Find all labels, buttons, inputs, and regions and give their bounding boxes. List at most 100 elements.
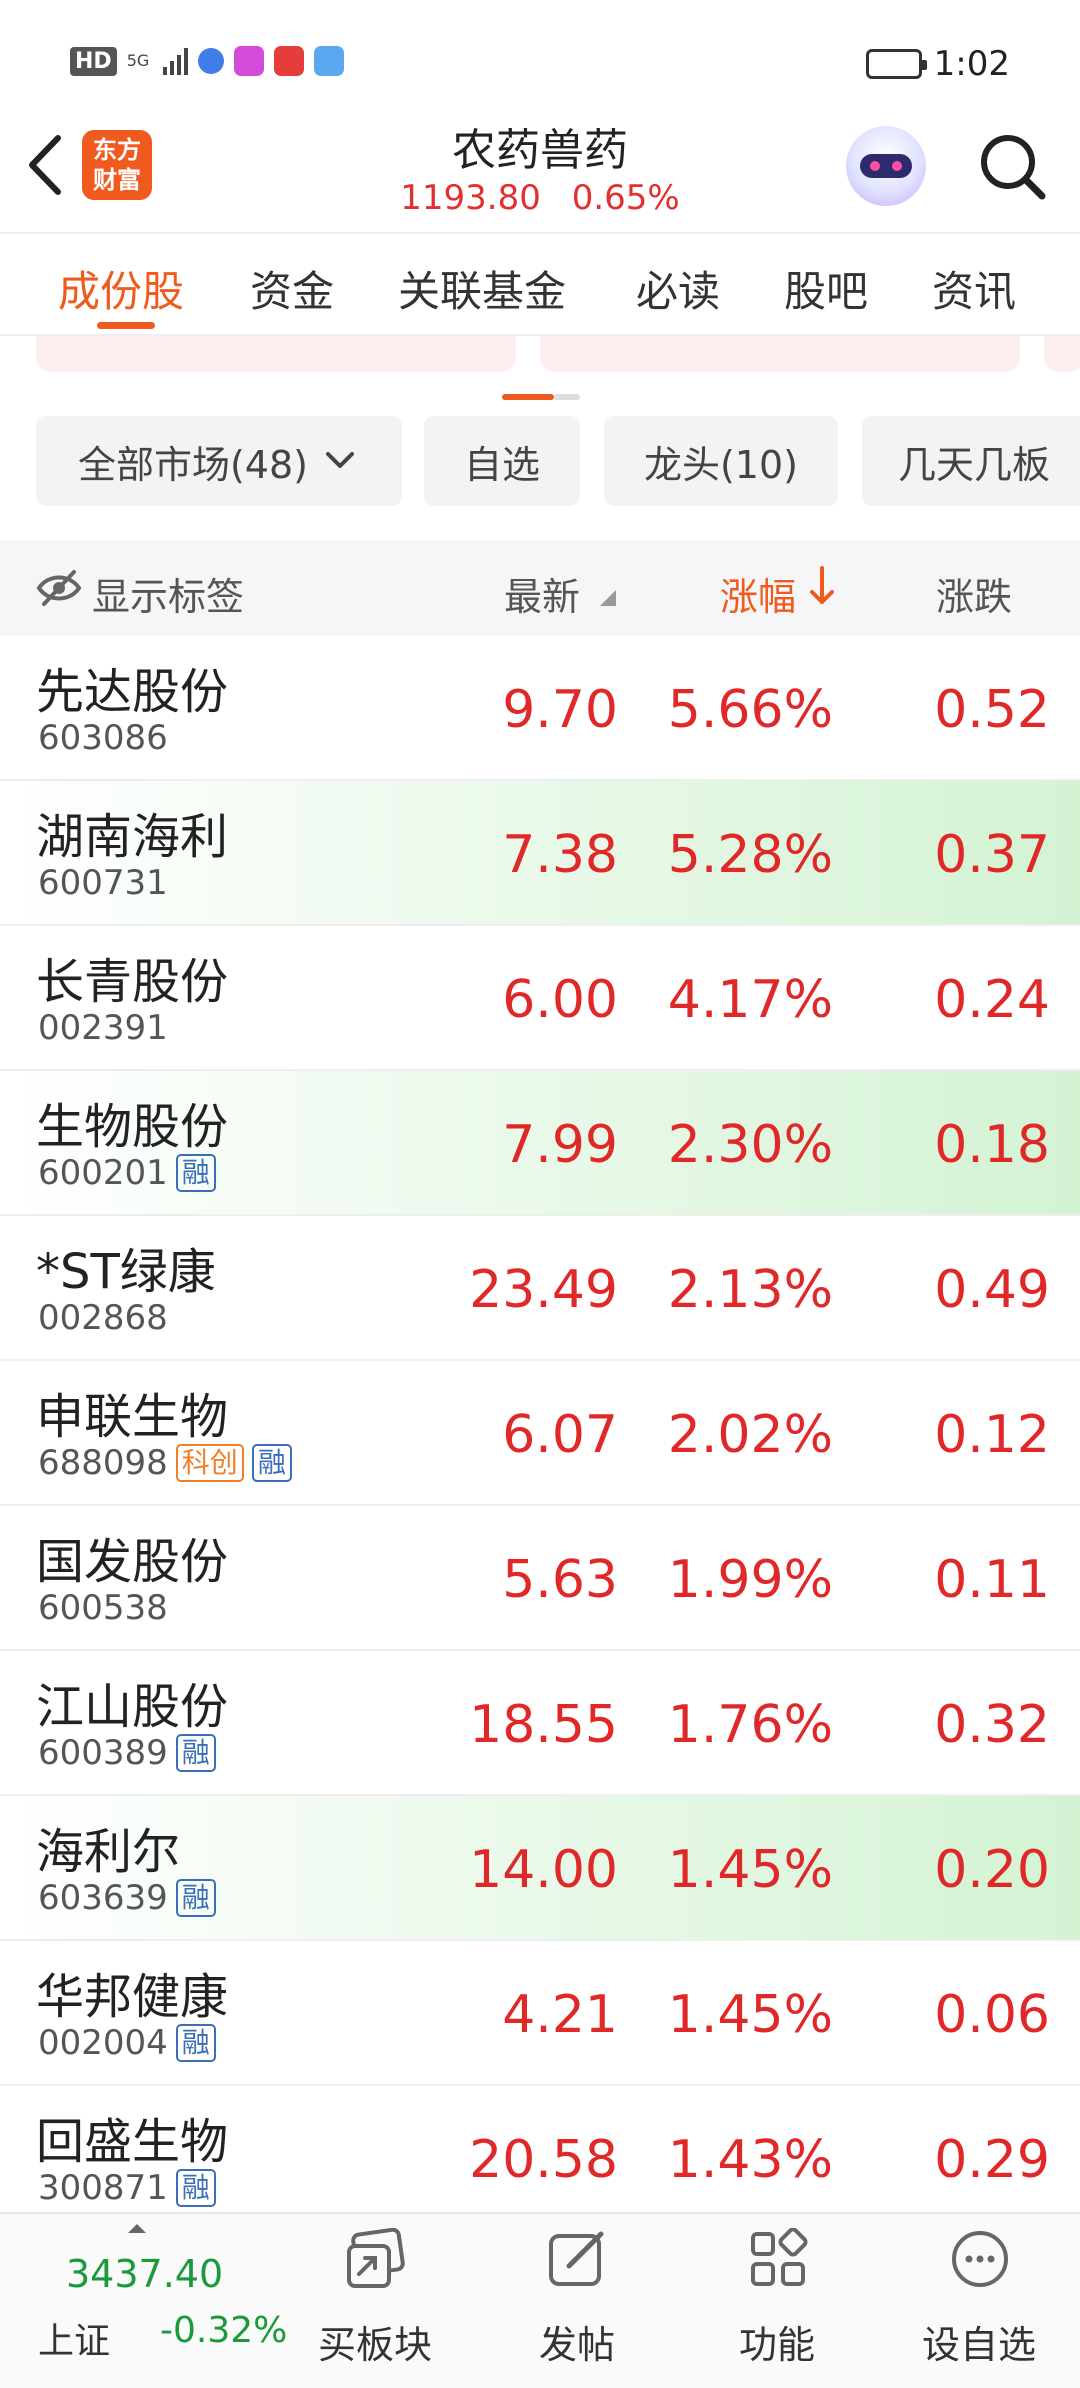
functions-label: 功能	[738, 2323, 815, 2367]
stock-code: 600538	[38, 1588, 168, 1628]
active-tab-indicator	[97, 322, 155, 329]
stock-code: 002391	[38, 1008, 168, 1048]
stock-code-line: 688098 科创融	[38, 1443, 292, 1483]
add-watchlist-button[interactable]: 设自选	[904, 2214, 1054, 2388]
expand-up-icon[interactable]	[128, 2224, 146, 2233]
stock-code: 600201	[38, 1153, 168, 1193]
stock-change-pct: 4.17%	[667, 970, 833, 1030]
stock-row[interactable]: *ST绿康 002868 23.49 2.13% 0.49	[0, 1216, 1080, 1361]
functions-button[interactable]: 功能	[702, 2214, 852, 2388]
index-change-pct[interactable]: -0.32%	[160, 2310, 287, 2351]
search-icon[interactable]	[976, 130, 1048, 202]
margin-trading-badge: 融	[175, 2024, 216, 2062]
limit-up-streak-filter-label: 几天几板	[898, 442, 1051, 487]
column-change-pct[interactable]: 涨幅	[720, 566, 796, 621]
index-value[interactable]: 3437.40	[66, 2252, 223, 2296]
banner-card[interactable]	[540, 336, 1020, 372]
stock-list: 先达股份 603086 9.70 5.66% 0.52 湖南海利 600731 7.38 5.2…	[0, 636, 1080, 2231]
stock-row[interactable]: 生物股份 600201 融 7.99 2.30% 0.18	[0, 1071, 1080, 1216]
market-filter-label: 全部市场(48)	[77, 442, 308, 487]
sort-corner-icon	[600, 590, 616, 606]
buy-sector-button[interactable]: 买板块	[300, 2214, 450, 2388]
chevron-down-icon	[326, 452, 354, 468]
banner-pager	[502, 394, 580, 400]
stock-row[interactable]: 江山股份 600389 融 18.55 1.76% 0.32	[0, 1651, 1080, 1796]
stock-code: 600389	[38, 1733, 168, 1773]
stock-price: 7.99	[502, 1115, 618, 1175]
stock-row[interactable]: 回盛生物 300871 融 20.58 1.43% 0.29	[0, 2086, 1080, 2231]
index-name[interactable]: 上证	[38, 2312, 110, 2364]
stock-code-line: 600201 融	[38, 1153, 216, 1193]
stock-change-pct: 2.02%	[667, 1405, 833, 1465]
sector-change-pct: 0.65%	[571, 178, 680, 218]
stock-change: 0.18	[934, 1115, 1050, 1175]
hd-badge: HD	[70, 46, 117, 76]
tab-news[interactable]: 资讯	[932, 258, 1016, 319]
banner-card[interactable]	[1044, 336, 1080, 372]
assistant-robot-icon[interactable]	[846, 126, 926, 206]
stock-code-line: 300871 融	[38, 2168, 216, 2208]
stock-row[interactable]: 华邦健康 002004 融 4.21 1.45% 0.06	[0, 1941, 1080, 2086]
weather-app-icon	[313, 46, 344, 76]
tab-forum[interactable]: 股吧	[784, 258, 868, 319]
stock-change: 0.29	[934, 2130, 1050, 2190]
grid-function-icon	[751, 2228, 808, 2286]
video-app-icon	[233, 46, 264, 76]
stock-change: 0.11	[934, 1550, 1050, 1610]
stock-change-pct: 2.30%	[667, 1115, 833, 1175]
stock-price: 18.55	[469, 1695, 618, 1755]
eye-hidden-icon[interactable]	[36, 568, 82, 608]
stock-code: 603639	[38, 1878, 168, 1918]
buy-sector-icon	[347, 2228, 405, 2288]
tab-constituents[interactable]: 成份股	[58, 258, 184, 319]
bottom-toolbar: 3437.40 上证 -0.32% 买板块 发帖 功能 设自选	[0, 2212, 1080, 2388]
stock-change: 0.06	[934, 1985, 1050, 2045]
clock: 1:02	[933, 44, 1010, 84]
sector-price: 1193.80	[400, 178, 541, 218]
market-filter-dropdown[interactable]: 全部市场(48)	[36, 416, 402, 506]
leader-filter[interactable]: 龙头(10)	[604, 416, 838, 506]
pager-dot	[554, 394, 580, 400]
tab-must-read[interactable]: 必读	[636, 258, 720, 319]
stock-name: 申联生物	[36, 1389, 229, 1445]
show-tags-toggle[interactable]: 显示标签	[92, 566, 244, 621]
edit-post-icon	[549, 2231, 604, 2286]
stock-change-pct: 1.76%	[667, 1695, 833, 1755]
stock-price: 20.58	[469, 2130, 618, 2190]
add-watchlist-label: 设自选	[921, 2323, 1036, 2367]
stock-code: 600731	[38, 863, 168, 903]
page-title: 农药兽药	[452, 125, 628, 176]
stock-name: 江山股份	[36, 1679, 229, 1735]
stock-row[interactable]: 海利尔 603639 融 14.00 1.45% 0.20	[0, 1796, 1080, 1941]
stock-price: 6.00	[502, 970, 618, 1030]
stock-change-pct: 5.28%	[667, 825, 833, 885]
stock-row[interactable]: 申联生物 688098 科创融 6.07 2.02% 0.12	[0, 1361, 1080, 1506]
tab-funds-flow[interactable]: 资金	[250, 258, 334, 319]
page-header: 东方 财富 农药兽药 1193.80 0.65%	[0, 100, 1080, 232]
stock-name: *ST绿康	[36, 1244, 216, 1300]
stock-change: 0.24	[934, 970, 1050, 1030]
column-latest-price[interactable]: 最新	[504, 566, 580, 621]
tab-related-funds[interactable]: 关联基金	[398, 258, 566, 319]
margin-trading-badge: 融	[175, 1879, 216, 1917]
stock-change: 0.32	[934, 1695, 1050, 1755]
watchlist-filter[interactable]: 自选	[424, 416, 580, 506]
stock-code-line: 603639 融	[38, 1878, 216, 1918]
stock-row[interactable]: 先达股份 603086 9.70 5.66% 0.52	[0, 636, 1080, 781]
limit-up-streak-filter[interactable]: 几天几板	[862, 416, 1080, 506]
back-arrow-icon[interactable]	[22, 130, 70, 200]
stock-price: 7.38	[502, 825, 618, 885]
margin-trading-badge: 融	[251, 1444, 292, 1482]
column-change[interactable]: 涨跌	[936, 566, 1012, 621]
stock-change-pct: 1.99%	[667, 1550, 833, 1610]
stock-row[interactable]: 国发股份 600538 5.63 1.99% 0.11	[0, 1506, 1080, 1651]
stock-row[interactable]: 湖南海利 600731 7.38 5.28% 0.37	[0, 781, 1080, 926]
post-button[interactable]: 发帖	[502, 2214, 652, 2388]
stock-change-pct: 1.43%	[667, 2130, 833, 2190]
banner-card[interactable]	[36, 336, 516, 372]
stock-change: 0.52	[934, 680, 1050, 740]
watchlist-filter-label: 自选	[463, 442, 540, 487]
stock-row[interactable]: 长青股份 002391 6.00 4.17% 0.24	[0, 926, 1080, 1071]
stock-price: 4.21	[502, 1985, 618, 2045]
stock-price: 9.70	[502, 680, 618, 740]
